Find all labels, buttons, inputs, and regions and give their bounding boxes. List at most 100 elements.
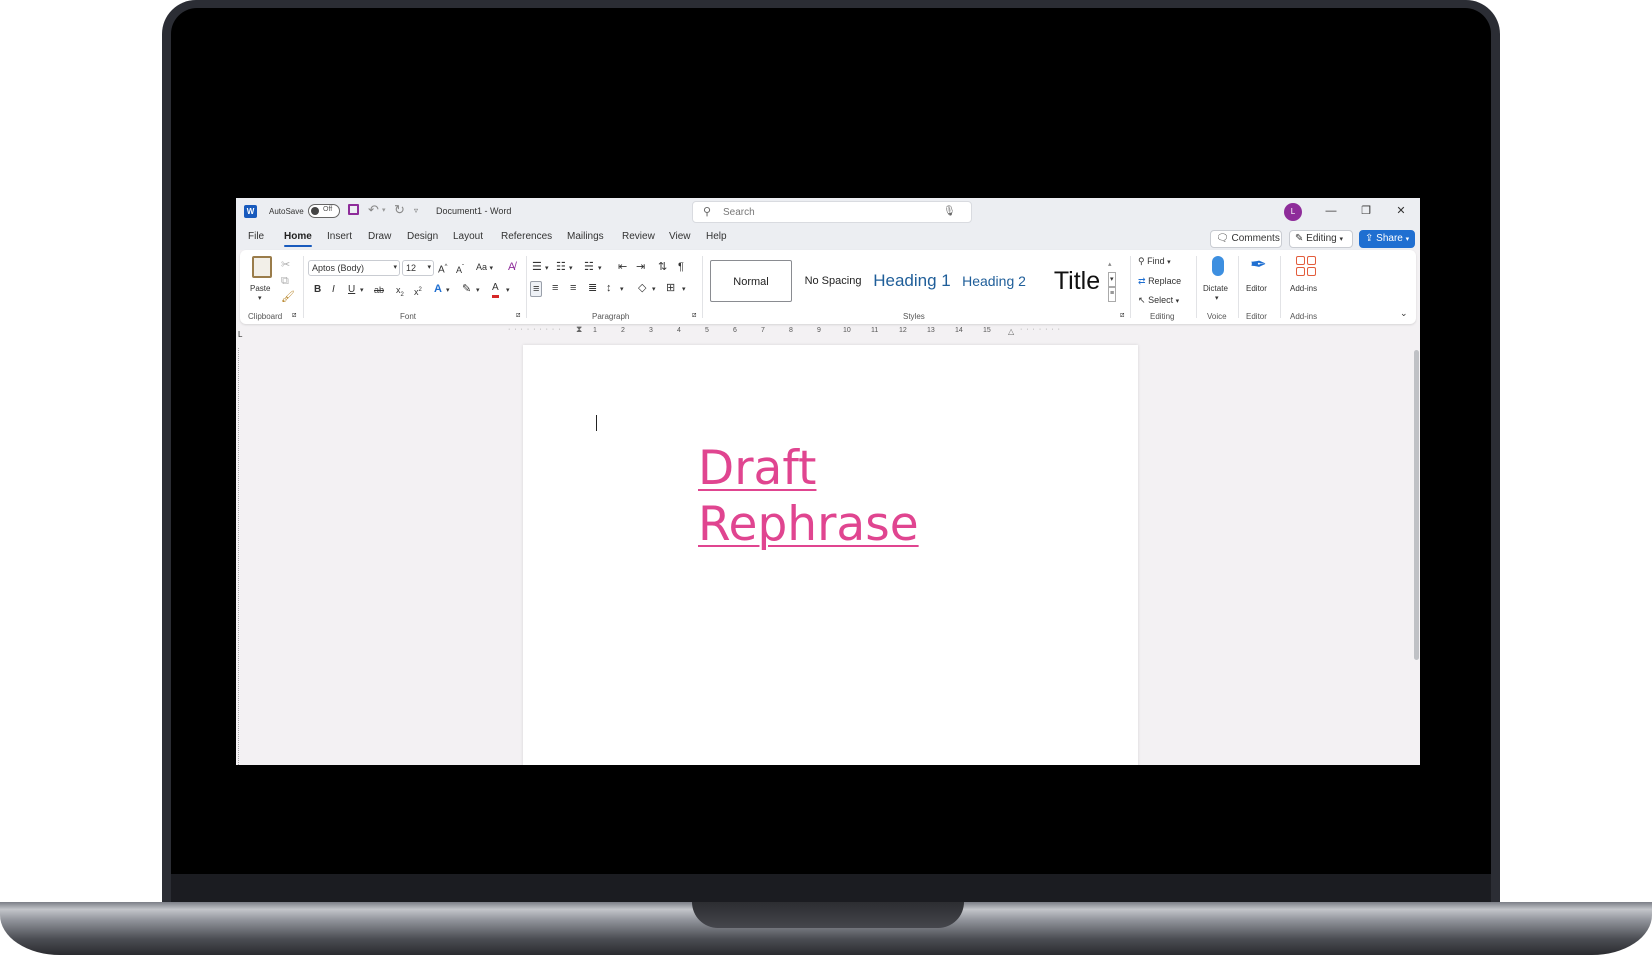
align-center-icon[interactable]: ≡ — [552, 281, 558, 295]
show-formatting-icon[interactable]: ¶ — [678, 260, 684, 274]
right-indent-marker-icon[interactable]: △ — [1008, 327, 1014, 336]
text-effects-icon[interactable]: A — [434, 282, 442, 296]
vertical-scrollbar[interactable] — [1414, 350, 1419, 660]
bullets-icon[interactable]: ☰ — [532, 260, 542, 274]
style-no-spacing[interactable]: No Spacing — [796, 260, 870, 302]
editor-button[interactable]: Editor — [1246, 284, 1267, 293]
document-link-rephrase[interactable]: Rephrase — [698, 497, 919, 552]
dialog-launcher-icon[interactable]: ⧄ — [292, 312, 296, 320]
addins-grid-icon[interactable] — [1296, 256, 1316, 276]
editor-pen-icon[interactable]: ✒ — [1250, 254, 1267, 276]
tab-design[interactable]: Design — [407, 231, 438, 242]
paste-dropdown-icon[interactable]: ▾ — [258, 294, 262, 302]
decrease-indent-icon[interactable]: ⇤ — [618, 260, 627, 274]
align-right-icon[interactable]: ≡ — [570, 281, 576, 295]
share-button[interactable]: ⇪ Share ▾ — [1359, 230, 1415, 248]
undo-icon[interactable]: ↶ — [368, 202, 379, 218]
highlight-icon[interactable]: ✎ — [462, 282, 471, 296]
microphone-icon[interactable]: 🎙 — [943, 206, 956, 217]
tab-references[interactable]: References — [501, 231, 552, 242]
cut-icon[interactable]: ✂ — [281, 258, 290, 272]
editing-mode-button[interactable]: ✎ Editing ▾ — [1289, 230, 1353, 248]
justify-icon[interactable]: ≣ — [588, 281, 597, 295]
tab-view[interactable]: View — [669, 231, 691, 242]
select-button[interactable]: ↖ Select ▾ — [1138, 295, 1179, 306]
style-heading-2[interactable]: Heading 2 — [954, 260, 1034, 302]
bullets-dropdown-icon[interactable]: ▾ — [545, 262, 549, 276]
search-box[interactable]: ⚲ Search 🎙 — [692, 201, 972, 223]
tab-file[interactable]: File — [248, 231, 264, 242]
multilevel-dropdown-icon[interactable]: ▾ — [598, 262, 602, 276]
dictate-button[interactable]: Dictate — [1203, 284, 1228, 293]
bold-icon[interactable]: B — [314, 283, 321, 297]
dialog-launcher-icon[interactable]: ⧄ — [1120, 312, 1124, 320]
collapse-ribbon-icon[interactable]: ⌄ — [1400, 306, 1408, 320]
borders-dropdown-icon[interactable]: ▾ — [682, 283, 686, 297]
italic-icon[interactable]: I — [332, 283, 335, 297]
underline-dropdown-icon[interactable]: ▾ — [360, 284, 364, 298]
customize-qat-icon[interactable]: ▿ — [414, 206, 418, 215]
font-color-icon[interactable]: A — [492, 281, 499, 298]
replace-button[interactable]: ⇄ Replace — [1138, 276, 1181, 287]
dialog-launcher-icon[interactable]: ⧄ — [516, 312, 520, 320]
restore-icon[interactable]: ❐ — [1351, 201, 1381, 221]
multilevel-list-icon[interactable]: ☵ — [584, 260, 594, 274]
tab-mailings[interactable]: Mailings — [567, 231, 604, 242]
superscript-icon[interactable]: x2 — [414, 283, 422, 299]
font-name-select[interactable]: Aptos (Body) ▾ — [308, 260, 400, 276]
close-icon[interactable]: ✕ — [1386, 201, 1416, 221]
shrink-font-icon[interactable]: Aˇ — [456, 261, 464, 277]
undo-dropdown-icon[interactable]: ▾ — [382, 206, 386, 214]
autosave-toggle[interactable]: Off — [308, 204, 340, 218]
redo-icon[interactable]: ↻ — [394, 202, 405, 218]
underline-icon[interactable]: U — [348, 283, 355, 297]
numbering-icon[interactable]: ☷ — [556, 260, 566, 274]
copy-icon[interactable]: ⧉ — [281, 274, 289, 288]
comments-button[interactable]: 🗨 Comments — [1210, 230, 1282, 248]
style-heading-1[interactable]: Heading 1 — [872, 260, 952, 302]
horizontal-ruler[interactable]: · · · · · · · · · ⧗ 1 2 3 4 5 6 7 8 9 10… — [508, 324, 1068, 336]
sort-icon[interactable]: ⇅ — [658, 260, 667, 274]
minimize-icon[interactable]: — — [1316, 201, 1346, 221]
font-size-select[interactable]: 12 ▾ — [402, 260, 434, 276]
tab-help[interactable]: Help — [706, 231, 727, 242]
clear-formatting-icon[interactable]: A̸ — [508, 260, 515, 274]
paste-icon[interactable] — [252, 256, 272, 278]
tab-draw[interactable]: Draw — [368, 231, 391, 242]
style-title[interactable]: Title — [1036, 260, 1118, 302]
tab-review[interactable]: Review — [622, 231, 655, 242]
align-left-icon[interactable]: ≡ — [530, 281, 543, 297]
line-spacing-dropdown-icon[interactable]: ▾ — [620, 283, 624, 297]
line-spacing-icon[interactable]: ↕ — [606, 281, 612, 295]
text-effects-dropdown-icon[interactable]: ▾ — [446, 284, 450, 298]
tab-home[interactable]: Home — [284, 231, 312, 247]
document-link-draft[interactable]: Draft — [698, 441, 816, 496]
dialog-launcher-icon[interactable]: ⧄ — [692, 312, 696, 320]
highlight-dropdown-icon[interactable]: ▾ — [476, 284, 480, 298]
avatar[interactable]: L — [1284, 203, 1302, 221]
subscript-icon[interactable]: x2 — [396, 283, 404, 302]
font-color-dropdown-icon[interactable]: ▾ — [506, 284, 510, 298]
change-case-button[interactable]: Aa ▾ — [476, 262, 493, 272]
format-painter-icon[interactable]: 🖌 — [281, 290, 295, 304]
grow-font-icon[interactable]: A^ — [438, 260, 448, 277]
find-button[interactable]: ⚲ Find ▾ — [1138, 256, 1171, 267]
addins-button[interactable]: Add-ins — [1290, 284, 1317, 293]
numbering-dropdown-icon[interactable]: ▾ — [569, 262, 573, 276]
microphone-icon[interactable] — [1212, 256, 1224, 276]
save-icon[interactable] — [348, 204, 359, 215]
borders-icon[interactable]: ⊞ — [666, 281, 675, 295]
shading-icon[interactable]: ◇ — [638, 281, 646, 295]
vertical-ruler[interactable] — [238, 348, 247, 765]
style-normal[interactable]: Normal — [710, 260, 792, 302]
styles-scroll-up-icon[interactable]: ▴ — [1108, 258, 1112, 272]
tab-insert[interactable]: Insert — [327, 231, 352, 242]
increase-indent-icon[interactable]: ⇥ — [636, 260, 645, 274]
strikethrough-icon[interactable]: ab — [374, 283, 384, 297]
indent-marker-icon[interactable]: ⧗ — [576, 324, 582, 335]
styles-more-icon[interactable]: ≡ — [1108, 286, 1117, 302]
paste-button[interactable]: Paste — [250, 284, 270, 293]
tab-layout[interactable]: Layout — [453, 231, 483, 242]
shading-dropdown-icon[interactable]: ▾ — [652, 283, 656, 297]
dictate-dropdown-icon[interactable]: ▾ — [1215, 294, 1219, 302]
